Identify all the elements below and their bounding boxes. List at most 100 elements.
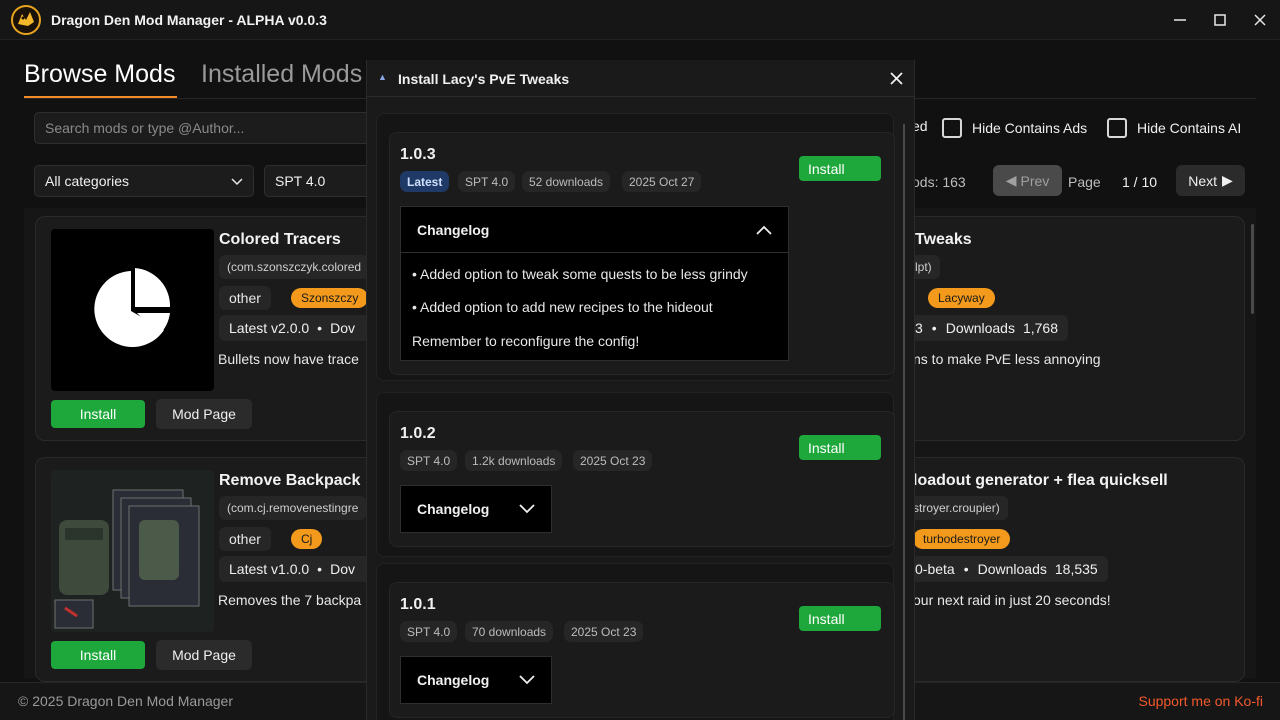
mod-title[interactable]: Tweaks (915, 231, 972, 249)
hide-ai-toggle[interactable]: Hide Contains AI (1107, 118, 1241, 138)
author-tag[interactable]: Cj (291, 529, 323, 549)
minimize-icon[interactable] (1168, 8, 1192, 32)
changelog-item: • Added option to tweak some quests to b… (412, 266, 748, 282)
mod-thumbnail (51, 229, 214, 391)
separator-dot: • (317, 561, 323, 577)
category-value: All categories (45, 173, 130, 189)
version-downloads: 52 downloads (522, 171, 611, 192)
spt-version-select[interactable]: SPT 4.0 (264, 165, 374, 197)
mod-downloads-label: Dov (330, 561, 355, 577)
hide-ads-label: Hide Contains Ads (972, 120, 1088, 136)
footer-copyright: © 2025 Dragon Den Mod Manager (18, 693, 233, 709)
mod-version: Latest v2.0.0 (229, 320, 310, 336)
author-tag[interactable]: Lacyway (928, 288, 995, 308)
mod-downloads-label: Dov (330, 320, 355, 336)
version-spt: SPT 4.0 (400, 450, 458, 471)
mod-description: ns to make PvE less annoying (913, 351, 1101, 367)
mod-version: 0-beta (915, 561, 955, 577)
hide-ai-checkbox[interactable] (1107, 118, 1127, 138)
version-number: 1.0.2 (400, 425, 436, 442)
mod-page-button[interactable]: Mod Page (156, 640, 252, 670)
dialog-header: ▲ Install Lacy's PvE Tweaks (367, 60, 914, 97)
category-select[interactable]: All categories (34, 165, 254, 197)
kofi-link[interactable]: Support me on Ko-fi (1138, 693, 1263, 709)
tab-browse-mods[interactable]: Browse Mods (24, 60, 175, 89)
install-dialog: ▲ Install Lacy's PvE Tweaks 1.0.3 Latest… (366, 60, 915, 720)
spt-version-value: SPT 4.0 (275, 173, 326, 189)
mod-downloads-count: 1,768 (1022, 320, 1059, 336)
version-install-button[interactable]: Install (799, 435, 881, 460)
prev-arrow-icon: ◀ (1005, 172, 1017, 188)
version-install-button[interactable]: Install (799, 606, 881, 631)
changelog-item: • Added option to add new recipes to the… (412, 299, 713, 315)
mod-version: 3 (915, 320, 923, 336)
chevron-down-icon (231, 173, 243, 189)
app-title: Dragon Den Mod Manager - ALPHA v0.0.3 (51, 12, 327, 28)
prev-page-button[interactable]: ◀ Prev (993, 165, 1062, 196)
changelog-label: Changelog (417, 672, 490, 688)
hide-ai-label: Hide Contains AI (1137, 120, 1242, 136)
version-date: 2025 Oct 23 (573, 450, 653, 471)
search-placeholder: Search mods or type @Author... (45, 120, 245, 136)
dialog-scrollbar[interactable] (903, 124, 905, 720)
hide-ads-toggle[interactable]: Hide Contains Ads (942, 118, 1087, 138)
page-indicator: 1 / 10 (1122, 174, 1158, 190)
pie-chart-icon (94, 268, 171, 347)
install-button[interactable]: Install (51, 400, 145, 428)
collapse-arrow-icon[interactable]: ▲ (378, 72, 387, 82)
changelog-content: • Added option to tweak some quests to b… (400, 253, 789, 361)
version-number: 1.0.3 (400, 146, 436, 163)
close-icon[interactable] (1248, 8, 1272, 32)
version-number: 1.0.1 (400, 596, 436, 613)
mod-meta: Latest v2.0.0 • Dov (219, 315, 379, 341)
page-label: Page (1068, 174, 1101, 190)
next-label: Next (1188, 172, 1217, 189)
separator-dot: • (931, 320, 937, 336)
mod-title[interactable]: Remove Backpack (219, 472, 360, 490)
mod-title[interactable]: loadout generator + flea quicksell (913, 472, 1168, 490)
mod-downloads-label: Downloads (945, 320, 1015, 336)
mod-description: our next raid in just 20 seconds! (913, 592, 1111, 608)
mod-title[interactable]: Colored Tracers (219, 231, 341, 249)
mod-guid: (com.cj.removenestingre (219, 496, 367, 520)
hide-ads-checkbox[interactable] (942, 118, 962, 138)
chevron-down-icon (519, 501, 535, 517)
mod-description: Bullets now have trace (218, 351, 359, 367)
chevron-down-icon (519, 672, 535, 688)
mod-guid: (com.szonszczyk.colored (219, 255, 370, 279)
next-arrow-icon: ▶ (1222, 172, 1233, 188)
changelog-note: Remember to reconfigure the config! (412, 333, 640, 349)
version-spt: SPT 4.0 (458, 171, 516, 192)
search-input[interactable]: Search mods or type @Author... (34, 112, 384, 144)
tab-installed-mods[interactable]: Installed Mods (201, 60, 362, 89)
author-tag[interactable]: Szonszczy (291, 288, 369, 308)
separator-dot: • (963, 561, 969, 577)
version-install-button[interactable]: Install (799, 156, 881, 181)
title-bar: Dragon Den Mod Manager - ALPHA v0.0.3 (0, 0, 1280, 40)
mod-meta: 3 • Downloads 1,768 (905, 315, 1069, 341)
prev-label: Prev (1020, 172, 1050, 189)
changelog-toggle[interactable]: Changelog (400, 206, 789, 253)
maximize-icon[interactable] (1208, 8, 1232, 32)
next-page-button[interactable]: Next ▶ (1176, 165, 1245, 196)
mod-page-button[interactable]: Mod Page (156, 399, 252, 429)
main-scrollbar[interactable] (1251, 224, 1254, 314)
mod-meta: 0-beta • Downloads 18,535 (905, 556, 1108, 582)
mod-downloads-count: 18,535 (1054, 561, 1098, 577)
category-tag: other (219, 527, 271, 551)
changelog-toggle[interactable]: Changelog (400, 485, 552, 533)
version-downloads: 1.2k downloads (465, 450, 563, 471)
changelog-toggle[interactable]: Changelog (400, 656, 552, 704)
dialog-title: Install Lacy's PvE Tweaks (398, 71, 570, 87)
version-downloads: 70 downloads (465, 621, 554, 642)
changelog-label: Changelog (417, 221, 490, 238)
chevron-up-icon (756, 222, 772, 238)
install-button[interactable]: Install (51, 641, 145, 669)
mod-version: Latest v1.0.0 (229, 561, 310, 577)
mod-guid: stroyer.croupier) (905, 496, 1008, 520)
author-tag[interactable]: turbodestroyer (913, 529, 1011, 549)
dragon-logo-icon (10, 4, 42, 36)
version-date: 2025 Oct 27 (622, 171, 702, 192)
dialog-close-icon[interactable] (886, 66, 906, 90)
category-tag: other (219, 286, 271, 310)
